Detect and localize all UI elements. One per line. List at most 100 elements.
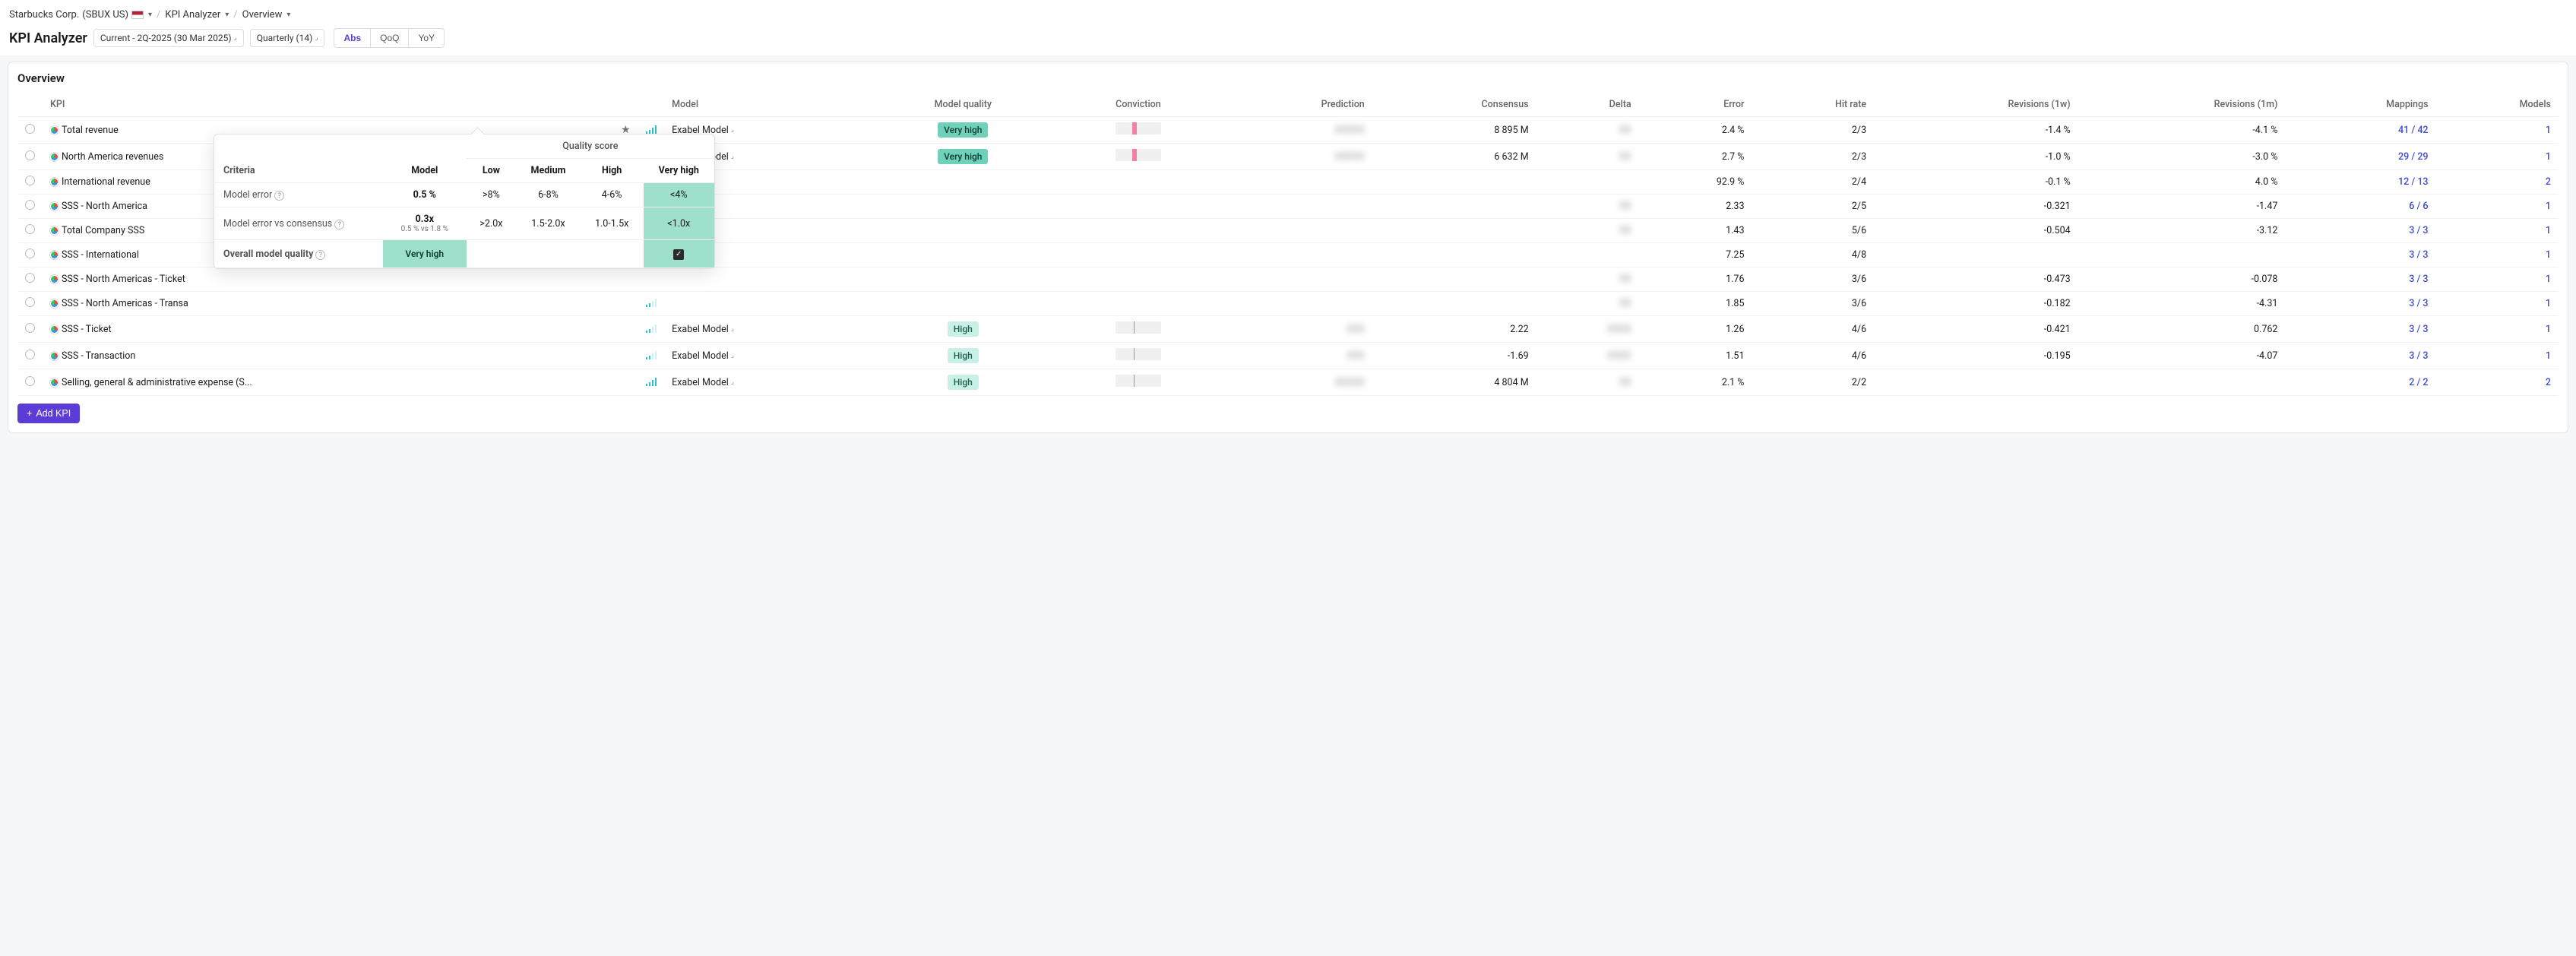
models-link[interactable]: 1 [2546,324,2551,335]
rev1w-value: -0.182 [1874,292,2078,316]
kpi-name[interactable]: Selling, general & administrative expens… [43,369,613,396]
models-link[interactable]: 1 [2546,249,2551,261]
bc-view[interactable]: Overview ▾ [242,9,291,21]
table-row[interactable]: SSS - North Americas - Transa XX 1.85 3/… [17,292,2559,316]
models-link[interactable]: 1 [2546,350,2551,362]
table-row[interactable]: SSS - Ticket Exabel Model ⌟ High XXX 2.2… [17,316,2559,343]
col-prediction[interactable]: Prediction [1218,93,1372,117]
row-radio[interactable] [25,350,35,359]
row-radio[interactable] [25,323,35,333]
models-link[interactable]: 2 [2546,176,2551,188]
col-error[interactable]: Error [1639,93,1752,117]
kpi-name[interactable]: SSS - Ticket [43,316,613,343]
models-link[interactable]: 1 [2546,151,2551,163]
tt-row2-label: Model error vs consensus? [214,207,383,240]
help-icon[interactable]: ? [334,220,344,230]
col-quality[interactable]: Model quality [868,93,1059,117]
help-icon[interactable]: ? [315,250,325,260]
rev1m-value: -1.47 [2078,195,2286,219]
rev1w-value [1874,369,2078,396]
model-name[interactable]: Exabel Model ⌟ [672,324,734,335]
kpi-name[interactable]: SSS - Transaction [43,343,613,369]
row-radio[interactable] [25,150,35,160]
models-link[interactable]: 1 [2546,298,2551,309]
hitrate-value: 4/6 [1752,343,1874,369]
model-name[interactable]: Exabel Model ⌟ [672,377,734,388]
col-conviction[interactable]: Conviction [1059,93,1218,117]
row-radio[interactable] [25,297,35,307]
mappings-link[interactable]: 6 / 6 [2409,201,2428,212]
seg-yoy[interactable]: YoY [409,29,444,47]
model-name[interactable]: Exabel Model ⌟ [672,350,734,362]
models-link[interactable]: 2 [2546,377,2551,388]
period-selector[interactable]: Current - 2Q-2025 (30 Mar 2025)⌟ [93,29,244,47]
models-link[interactable]: 1 [2546,201,2551,212]
prediction-blurred: XXXXX [1335,125,1365,136]
col-model[interactable]: Model [664,93,868,117]
seg-qoq[interactable]: QoQ [371,29,409,47]
mappings-link[interactable]: 3 / 3 [2409,249,2428,261]
models-link[interactable]: 1 [2546,125,2551,136]
tt-row1-label: Model error? [214,183,383,207]
bc-app[interactable]: KPI Analyzer ▾ [165,9,229,21]
col-kpi[interactable]: KPI [43,93,613,117]
col-hitrate[interactable]: Hit rate [1752,93,1874,117]
frequency-selector[interactable]: Quarterly (14)⌟ [250,29,325,47]
consensus-value: 2.22 [1372,316,1536,343]
tt-r2-vhigh: <1.0x [644,207,714,240]
mappings-link[interactable]: 3 / 3 [2409,298,2428,309]
delta-blurred: XX [1619,225,1631,236]
row-radio[interactable] [25,176,35,185]
consensus-value: 4 804 M [1372,369,1536,396]
mappings-link[interactable]: 12 / 13 [2398,176,2429,188]
mappings-link[interactable]: 3 / 3 [2409,324,2428,335]
help-icon[interactable]: ? [274,191,284,201]
col-consensus[interactable]: Consensus [1372,93,1536,117]
rev1m-value: -4.1 % [2078,117,2286,144]
quality-badge: High [948,375,979,390]
plus-icon: + [27,408,32,419]
kpi-icon [50,275,59,283]
bc-company[interactable]: Starbucks Corp. (SBUX US) ▾ [9,9,152,21]
col-rev1w[interactable]: Revisions (1w) [1874,93,2078,117]
conviction-bar [1116,348,1161,360]
models-link[interactable]: 1 [2546,274,2551,285]
add-kpi-button[interactable]: + Add KPI [17,404,80,423]
table-row[interactable]: SSS - North Americas - Ticket XX 1.76 3/… [17,267,2559,292]
kpi-name[interactable]: SSS - North Americas - Ticket [43,267,613,292]
col-delta[interactable]: Delta [1536,93,1639,117]
mappings-link[interactable]: 3 / 3 [2409,274,2428,285]
table-row[interactable]: Selling, general & administrative expens… [17,369,2559,396]
consensus-value: 8 895 M [1372,117,1536,144]
consensus-value [1372,219,1536,243]
mappings-link[interactable]: 3 / 3 [2409,225,2428,236]
row-radio[interactable] [25,200,35,210]
metric-mode-toggle: Abs QoQ YoY [334,28,445,48]
models-link[interactable]: 1 [2546,225,2551,236]
mappings-link[interactable]: 29 / 29 [2398,151,2429,163]
row-radio[interactable] [25,248,35,258]
table-row[interactable]: SSS - Transaction Exabel Model ⌟ High XX… [17,343,2559,369]
row-radio[interactable] [25,273,35,283]
conviction-bar [1116,122,1161,135]
kpi-icon [50,378,59,387]
seg-abs[interactable]: Abs [334,29,371,47]
row-radio[interactable] [25,376,35,386]
signal-icon [646,377,657,386]
rev1m-value: -4.31 [2078,292,2286,316]
quality-badge: High [948,321,979,337]
row-radio[interactable] [25,224,35,234]
kpi-name[interactable]: SSS - North Americas - Transa [43,292,613,316]
col-rev1m[interactable]: Revisions (1m) [2078,93,2286,117]
col-mappings[interactable]: Mappings [2285,93,2435,117]
rev1m-value: -3.12 [2078,219,2286,243]
mappings-link[interactable]: 41 / 42 [2398,125,2429,136]
mappings-link[interactable]: 3 / 3 [2409,350,2428,362]
tt-row3-label: Overall model quality? [214,240,383,268]
section-title: Overview [17,71,2559,85]
error-value: 1.76 [1639,267,1752,292]
row-radio[interactable] [25,124,35,134]
hitrate-value: 3/6 [1752,267,1874,292]
mappings-link[interactable]: 2 / 2 [2409,377,2428,388]
col-models[interactable]: Models [2436,93,2559,117]
